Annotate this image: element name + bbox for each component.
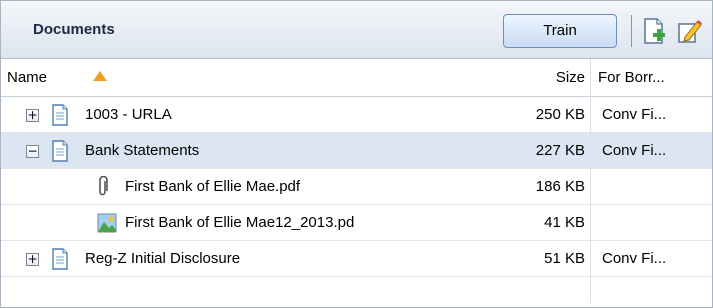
tree-row-file-image[interactable]: First Bank of Ellie Mae12_2013.pd 41 KB — [1, 205, 712, 241]
expand-icon[interactable]: + — [26, 253, 39, 266]
row-name: 1003 - URLA — [85, 106, 172, 123]
row-size: 227 KB — [535, 142, 585, 159]
expand-icon[interactable]: + — [26, 109, 39, 122]
row-size: 41 KB — [544, 214, 585, 231]
documents-header: Documents Train — [1, 1, 712, 59]
document-icon — [52, 140, 68, 162]
row-size: 186 KB — [535, 178, 585, 195]
row-for-borrower: Conv Fi... — [602, 106, 667, 123]
image-icon — [97, 213, 117, 233]
document-icon — [52, 248, 68, 270]
toolbar-divider — [631, 15, 632, 47]
documents-panel: Documents Train Name Size For Borr... + … — [0, 0, 713, 308]
tree-row-file-pdf[interactable]: First Bank of Ellie Mae.pdf 186 KB — [1, 169, 712, 205]
column-header-name[interactable]: Name — [7, 69, 47, 86]
row-size: 250 KB — [535, 106, 585, 123]
row-for-borrower: Conv Fi... — [602, 142, 667, 159]
edit-icon[interactable] — [677, 17, 703, 45]
column-header-for-borrower[interactable]: For Borr... — [598, 69, 665, 86]
document-icon — [52, 104, 68, 126]
row-name: First Bank of Ellie Mae12_2013.pd — [125, 214, 355, 231]
train-button[interactable]: Train — [503, 14, 617, 48]
row-for-borrower: Conv Fi... — [602, 250, 667, 267]
row-name: Reg-Z Initial Disclosure — [85, 250, 241, 267]
tree-row-1003-urla[interactable]: + 1003 - URLA 250 KB Conv Fi... — [1, 97, 712, 133]
tree-row-reg-z[interactable]: + Reg-Z Initial Disclosure 51 KB Conv Fi… — [1, 241, 712, 277]
row-name: First Bank of Ellie Mae.pdf — [125, 178, 301, 195]
collapse-icon[interactable]: − — [26, 145, 39, 158]
row-size: 51 KB — [544, 250, 585, 267]
column-header-size[interactable]: Size — [529, 69, 585, 86]
sort-ascending-icon[interactable] — [93, 71, 107, 81]
paperclip-icon — [99, 176, 108, 196]
column-header-row: Name Size For Borr... — [1, 59, 712, 97]
row-name: Bank Statements — [85, 142, 200, 159]
tree-row-bank-statements[interactable]: − Bank Statements 227 KB Conv Fi... — [1, 133, 712, 169]
add-document-icon[interactable] — [642, 17, 668, 45]
panel-title: Documents — [33, 21, 115, 38]
